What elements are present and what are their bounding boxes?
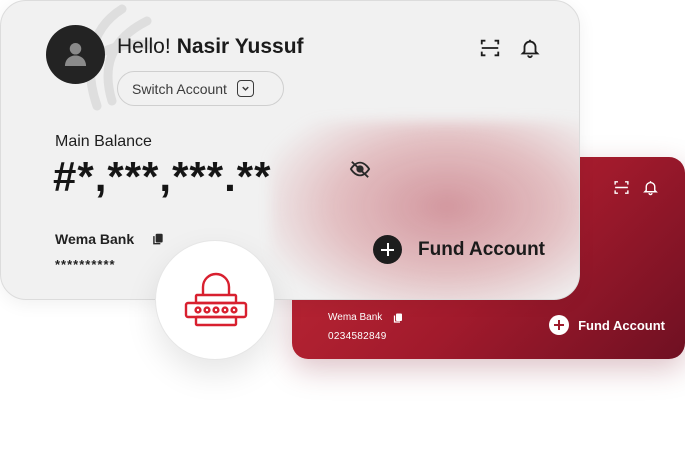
frosted-glass-overlay [271, 121, 579, 299]
secondary-card-icons [613, 179, 659, 196]
avatar[interactable] [46, 25, 105, 84]
secondary-fund-account-label: Fund Account [578, 317, 665, 333]
user-icon [64, 43, 87, 66]
fund-account-label: Fund Account [418, 238, 545, 260]
scan-icon[interactable] [613, 179, 630, 196]
eye-off-icon[interactable] [349, 159, 371, 179]
secondary-bank-name: Wema Bank [328, 312, 383, 323]
bell-icon[interactable] [519, 37, 541, 59]
copy-icon[interactable] [151, 232, 165, 246]
secondary-fund-account-button[interactable]: Fund Account [549, 315, 665, 335]
header-icons [479, 37, 541, 59]
greeting-text: Hello! [117, 35, 171, 58]
secondary-account-number: 0234582849 [328, 331, 387, 342]
lock-icon [184, 272, 248, 327]
account-number: ********** [55, 257, 116, 272]
plus-circle-icon [549, 315, 570, 335]
balance-label: Main Balance [55, 133, 152, 150]
chevron-down-icon [236, 80, 254, 97]
bank-name: Wema Bank [55, 231, 135, 247]
fund-account-button[interactable]: Fund Account [373, 235, 545, 264]
user-name: Nasir Yussuf [176, 35, 304, 58]
plus-circle-icon [373, 235, 402, 264]
copy-icon[interactable] [392, 312, 404, 324]
switch-account-button[interactable]: Switch Account [117, 71, 284, 106]
balance-value: #*,***,***.** [53, 153, 272, 200]
main-account-card: Hello! Nasir Yussuf Switch Account Main B… [0, 0, 580, 300]
switch-account-label: Switch Account [132, 80, 227, 97]
security-badge [155, 240, 275, 360]
greeting: Hello! Nasir Yussuf [117, 35, 304, 59]
bell-icon[interactable] [642, 179, 659, 196]
scan-icon[interactable] [479, 37, 501, 59]
